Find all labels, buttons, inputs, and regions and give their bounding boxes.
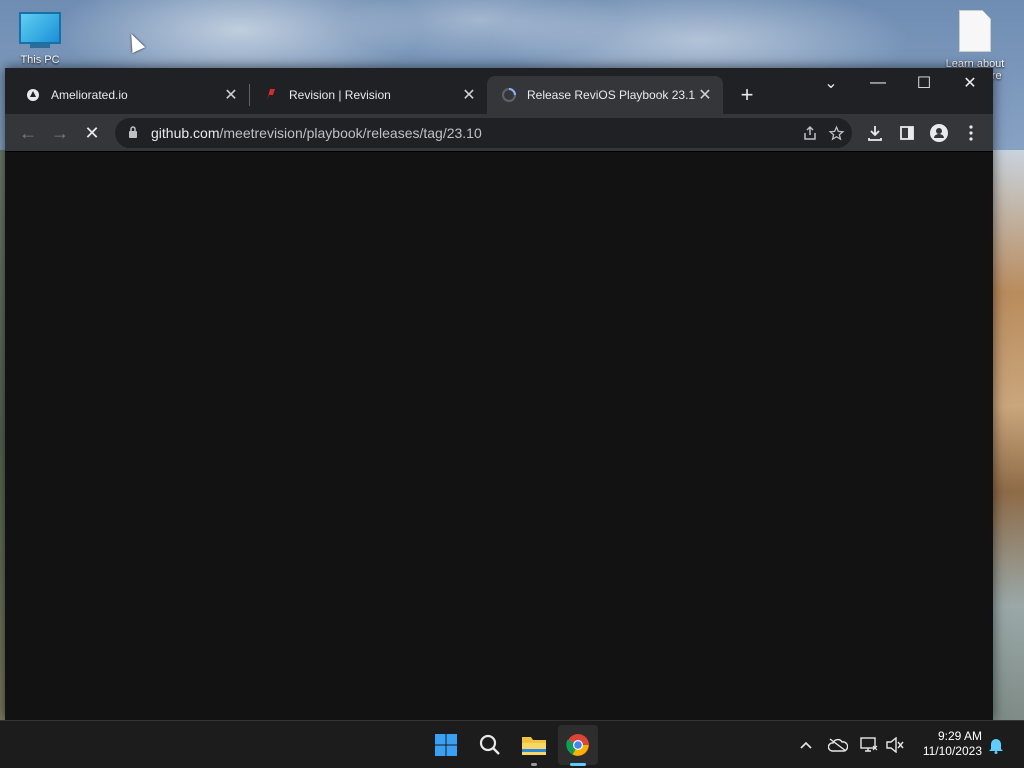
maximize-button[interactable]: ☐ [901, 68, 947, 98]
tab-ameliorated[interactable]: Ameliorated.io ✕ [11, 76, 249, 114]
desktop-icon-this-pc[interactable]: This PC [10, 8, 70, 66]
tab-title: Ameliorated.io [51, 88, 128, 102]
clock-date: 11/10/2023 [922, 744, 982, 758]
clock-time: 9:29 AM [937, 729, 982, 743]
url-path: /meetrevision/playbook/releases/tag/23.1… [219, 125, 482, 141]
close-tab-icon[interactable]: ✕ [459, 85, 479, 105]
this-pc-icon [19, 12, 61, 44]
tab-title: Revision | Revision [289, 88, 391, 102]
taskbar: 9:29 AM 11/10/2023 [0, 720, 1024, 768]
minimize-button[interactable]: — [855, 68, 901, 98]
tab-title: Release ReviOS Playbook 23.10 · [527, 88, 695, 102]
browser-toolbar: ← → ✕ github.com/meetrevision/playbook/r… [5, 114, 993, 152]
show-hidden-icons-chevron-icon[interactable] [794, 733, 818, 757]
kebab-menu-icon[interactable] [956, 118, 986, 148]
windows-start-icon[interactable] [426, 725, 466, 765]
notification-bell-icon[interactable] [984, 733, 1008, 757]
loading-spinner-icon [501, 87, 517, 103]
volume-muted-icon[interactable] [883, 733, 907, 757]
chrome-icon[interactable] [558, 725, 598, 765]
wallpaper-right-edge [993, 150, 1024, 720]
url-host: github.com [151, 125, 220, 141]
this-pc-label: This PC [20, 54, 60, 66]
forward-button[interactable]: → [45, 118, 75, 148]
url-text[interactable]: github.com/meetrevision/playbook/release… [151, 125, 482, 141]
revision-favicon-icon [263, 87, 279, 103]
stop-loading-button[interactable]: ✕ [77, 118, 107, 148]
explorer-running-indicator [531, 763, 537, 766]
onedrive-icon[interactable] [826, 733, 850, 757]
browser-window: Ameliorated.io ✕ Revision | Revision ✕ R… [5, 68, 993, 720]
network-icon[interactable] [857, 733, 881, 757]
close-window-button[interactable]: ✕ [947, 68, 993, 98]
bookmark-star-icon[interactable] [824, 121, 848, 145]
browser-titlebar[interactable]: Ameliorated.io ✕ Revision | Revision ✕ R… [5, 68, 993, 114]
search-icon[interactable] [470, 725, 510, 765]
download-icon[interactable] [860, 118, 890, 148]
ameliorated-favicon-icon [25, 87, 41, 103]
close-tab-icon[interactable]: ✕ [221, 85, 241, 105]
share-icon[interactable] [800, 123, 820, 143]
file-icon [959, 10, 991, 52]
tab-search-button[interactable]: ⌄ [808, 68, 854, 98]
tab-revision[interactable]: Revision | Revision ✕ [249, 76, 487, 114]
side-panel-icon[interactable] [892, 118, 922, 148]
tab-revios-playbook[interactable]: Release ReviOS Playbook 23.10 · ✕ [487, 76, 723, 114]
chrome-active-indicator [570, 763, 586, 766]
address-bar[interactable]: github.com/meetrevision/playbook/release… [115, 118, 852, 148]
lock-icon[interactable] [125, 125, 141, 141]
system-clock[interactable]: 9:29 AM 11/10/2023 [912, 729, 982, 759]
close-tab-icon[interactable]: ✕ [695, 85, 715, 105]
file-explorer-icon[interactable] [514, 725, 554, 765]
profile-avatar-icon[interactable] [924, 118, 954, 148]
new-tab-button[interactable]: + [733, 81, 761, 109]
page-content-area[interactable] [5, 153, 993, 720]
back-button[interactable]: ← [13, 118, 43, 148]
